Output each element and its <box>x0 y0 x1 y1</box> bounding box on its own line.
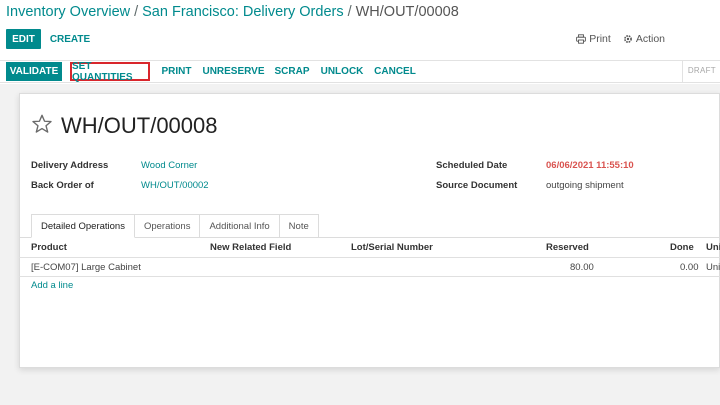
printer-icon <box>576 34 587 44</box>
scrap-button[interactable]: SCRAP <box>274 62 310 81</box>
table-row-done[interactable]: 0.00 <box>680 262 699 273</box>
column-header-reserved[interactable]: Reserved <box>546 242 589 253</box>
create-button[interactable]: CREATE <box>45 29 95 49</box>
unreserve-button[interactable]: UNRESERVE <box>202 62 264 81</box>
cancel-button[interactable]: CANCEL <box>374 62 416 81</box>
print-dropdown[interactable]: Print <box>576 33 611 45</box>
back-order-value[interactable]: WH/OUT/00002 <box>141 180 209 191</box>
tab-additional-info[interactable]: Additional Info <box>200 214 280 238</box>
column-header-new-related-field[interactable]: New Related Field <box>210 242 291 253</box>
statusbar: VALIDATE SET QUANTITIES PRINT UNRESERVE … <box>0 60 720 83</box>
tab-detailed-operations[interactable]: Detailed Operations <box>31 214 135 238</box>
star-outline-icon[interactable] <box>31 113 53 135</box>
column-header-product[interactable]: Product <box>31 242 67 253</box>
column-header-unit[interactable]: Uni <box>706 242 720 253</box>
edit-button[interactable]: EDIT <box>6 29 41 49</box>
control-panel: Inventory Overview / San Francisco: Delive… <box>0 0 720 60</box>
gear-icon <box>623 35 632 43</box>
add-line-link[interactable]: Add a line <box>31 280 73 291</box>
source-document-label: Source Document <box>436 180 518 191</box>
back-order-label: Back Order of <box>31 180 94 191</box>
table-row-reserved[interactable]: 80.00 <box>570 262 594 273</box>
record-title: WH/OUT/00008 <box>61 113 218 138</box>
breadcrumb-separator: / <box>347 4 352 20</box>
action-dropdown[interactable]: Action <box>623 33 665 45</box>
status-divider <box>682 61 683 83</box>
print-button[interactable]: PRINT <box>160 62 193 81</box>
top-actions: Print Action <box>576 33 665 45</box>
validate-button[interactable]: VALIDATE <box>6 62 62 81</box>
table-row-unit[interactable]: Uni <box>706 262 720 273</box>
breadcrumb-current: WH/OUT/00008 <box>355 4 459 20</box>
action-label: Action <box>635 33 665 45</box>
print-label: Print <box>589 33 611 45</box>
delivery-address-label: Delivery Address <box>31 160 109 171</box>
table-header-divider <box>19 257 720 258</box>
tab-note[interactable]: Note <box>279 214 319 238</box>
delivery-address-value[interactable]: Wood Corner <box>141 160 197 171</box>
breadcrumb-item-inventory-overview[interactable]: Inventory Overview <box>6 4 130 20</box>
status-draft: DRAFT <box>687 66 716 75</box>
breadcrumb-item-delivery-orders[interactable]: San Francisco: Delivery Orders <box>142 4 343 20</box>
table-row-divider <box>19 276 720 277</box>
tab-operations[interactable]: Operations <box>134 214 201 238</box>
column-header-done[interactable]: Done <box>670 242 694 253</box>
table-row-product[interactable]: [E-COM07] Large Cabinet <box>31 262 141 273</box>
source-document-value: outgoing shipment <box>546 180 624 191</box>
breadcrumb: Inventory Overview / San Francisco: Delive… <box>6 4 459 20</box>
scheduled-date-value: 06/06/2021 11:55:10 <box>546 160 634 171</box>
notebook-tabs: Detailed Operations Operations Additiona… <box>31 214 319 238</box>
column-header-lot-serial-number[interactable]: Lot/Serial Number <box>351 242 433 253</box>
breadcrumb-separator: / <box>134 4 139 20</box>
unlock-button[interactable]: UNLOCK <box>321 62 364 81</box>
set-quantities-button[interactable]: SET QUANTITIES <box>70 61 150 83</box>
scheduled-date-label: Scheduled Date <box>436 160 508 171</box>
